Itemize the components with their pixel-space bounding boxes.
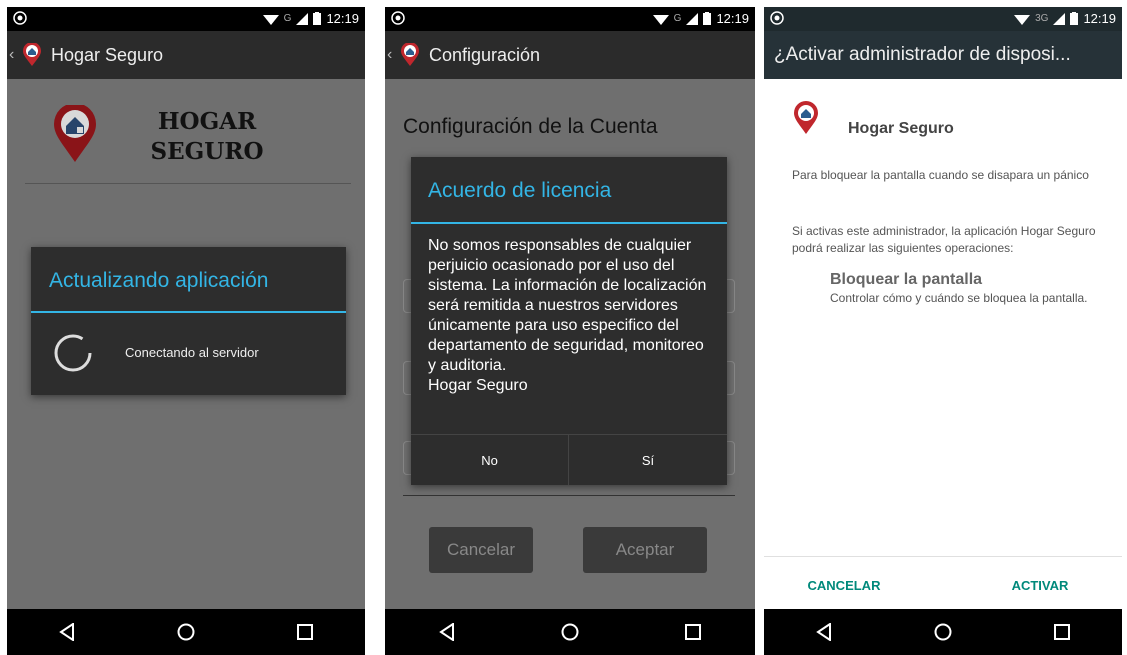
nav-recents-icon[interactable] xyxy=(290,617,320,647)
license-dialog: Acuerdo de licencia No somos responsable… xyxy=(411,157,727,485)
battery-icon xyxy=(313,12,322,25)
cancel-button[interactable]: Cancelar xyxy=(429,527,533,573)
network-type: G xyxy=(673,13,682,24)
notification-icon xyxy=(391,11,405,25)
nav-recents-icon[interactable] xyxy=(1047,617,1077,647)
nav-home-icon[interactable] xyxy=(555,617,585,647)
nav-back-icon[interactable] xyxy=(432,617,462,647)
clock: 12:19 xyxy=(326,11,359,26)
nav-back-icon[interactable] xyxy=(809,617,839,647)
back-icon[interactable]: ‹ xyxy=(387,46,397,64)
battery-icon xyxy=(703,12,712,25)
phone-screen-license: G 12:19 ‹ Configuración Configuración de… xyxy=(385,7,755,655)
signal-icon xyxy=(686,12,699,25)
dialog-title-divider xyxy=(31,311,346,313)
nav-bar xyxy=(7,609,365,655)
app-bar: ‹ Configuración xyxy=(385,31,755,79)
notification-icon xyxy=(13,11,27,25)
battery-icon xyxy=(1070,12,1079,25)
dialog-signature: Hogar Seguro xyxy=(428,377,528,394)
cancel-button[interactable]: CANCELAR xyxy=(794,578,894,593)
accept-button[interactable]: Aceptar xyxy=(583,527,707,573)
button-divider xyxy=(764,556,1122,557)
network-type: 3G xyxy=(1035,13,1049,24)
status-bar: G 12:19 xyxy=(385,7,755,31)
activate-button[interactable]: ACTIVAR xyxy=(990,578,1090,593)
nav-recents-icon[interactable] xyxy=(678,617,708,647)
dialog-title: Actualizando aplicación xyxy=(49,269,269,292)
app-title: Hogar Seguro xyxy=(51,44,164,65)
nav-bar xyxy=(385,609,755,655)
pin-house-logo[interactable] xyxy=(21,43,43,67)
section-title: Configuración de la Cuenta xyxy=(403,115,658,138)
dimmed-content: Configuración de la Cuenta Cancelar Acep… xyxy=(385,79,755,609)
progress-dialog: Actualizando aplicación Conectando al se… xyxy=(31,247,346,395)
pin-house-logo xyxy=(794,101,818,134)
clock: 12:19 xyxy=(716,11,749,26)
dimmed-content: HOGAR SEGURO Actualizando aplicación Con… xyxy=(7,79,365,609)
admin-content: Hogar Seguro Para bloquear la pantalla c… xyxy=(764,79,1122,609)
wifi-icon xyxy=(1014,14,1031,25)
brand-line-2: SEGURO xyxy=(150,138,264,165)
status-bar: G 12:19 xyxy=(7,7,365,31)
dialog-body: No somos responsables de cualquier perju… xyxy=(428,237,707,374)
dialog-yes-button[interactable]: Sí xyxy=(569,435,727,485)
pin-house-logo xyxy=(54,105,96,162)
dialog-no-button[interactable]: No xyxy=(411,435,568,485)
clock: 12:19 xyxy=(1083,11,1116,26)
dialog-message: Conectando al servidor xyxy=(125,345,259,360)
phone-screen-updating: G 12:19 ‹ Hogar Seguro HOGAR SEGURO Actu… xyxy=(7,7,365,655)
divider xyxy=(25,183,351,184)
spinner-icon xyxy=(54,334,92,372)
app-name: Hogar Seguro xyxy=(848,120,954,137)
dialog-title: Acuerdo de licencia xyxy=(428,179,612,202)
app-bar: ‹ Hogar Seguro xyxy=(7,31,365,79)
purpose-text: Para bloquear la pantalla cuando se disa… xyxy=(792,168,1089,182)
signal-icon xyxy=(296,12,309,25)
wifi-icon xyxy=(262,14,279,25)
dialog-title-divider xyxy=(411,222,727,224)
app-bar: ¿Activar administrador de disposi... xyxy=(764,31,1122,79)
status-bar: 3G 12:19 xyxy=(764,7,1122,31)
app-title: ¿Activar administrador de disposi... xyxy=(774,44,1071,65)
signal-icon xyxy=(1053,12,1066,25)
info-text: Si activas este administrador, la aplica… xyxy=(792,224,1096,255)
permission-title: Bloquear la pantalla xyxy=(830,271,983,288)
back-icon[interactable]: ‹ xyxy=(9,46,19,64)
wifi-icon xyxy=(652,14,669,25)
nav-home-icon[interactable] xyxy=(928,617,958,647)
pin-house-logo[interactable] xyxy=(399,43,421,67)
nav-home-icon[interactable] xyxy=(171,617,201,647)
phone-screen-device-admin: 3G 12:19 ¿Activar administrador de dispo… xyxy=(764,7,1122,655)
network-type: G xyxy=(283,13,292,24)
brand-line-1: HOGAR xyxy=(157,108,257,135)
app-title: Configuración xyxy=(429,44,541,65)
divider xyxy=(403,495,735,496)
nav-bar xyxy=(764,609,1122,655)
nav-back-icon[interactable] xyxy=(52,617,82,647)
permission-desc: Controlar cómo y cuándo se bloquea la pa… xyxy=(830,291,1088,305)
notification-icon xyxy=(770,11,784,25)
